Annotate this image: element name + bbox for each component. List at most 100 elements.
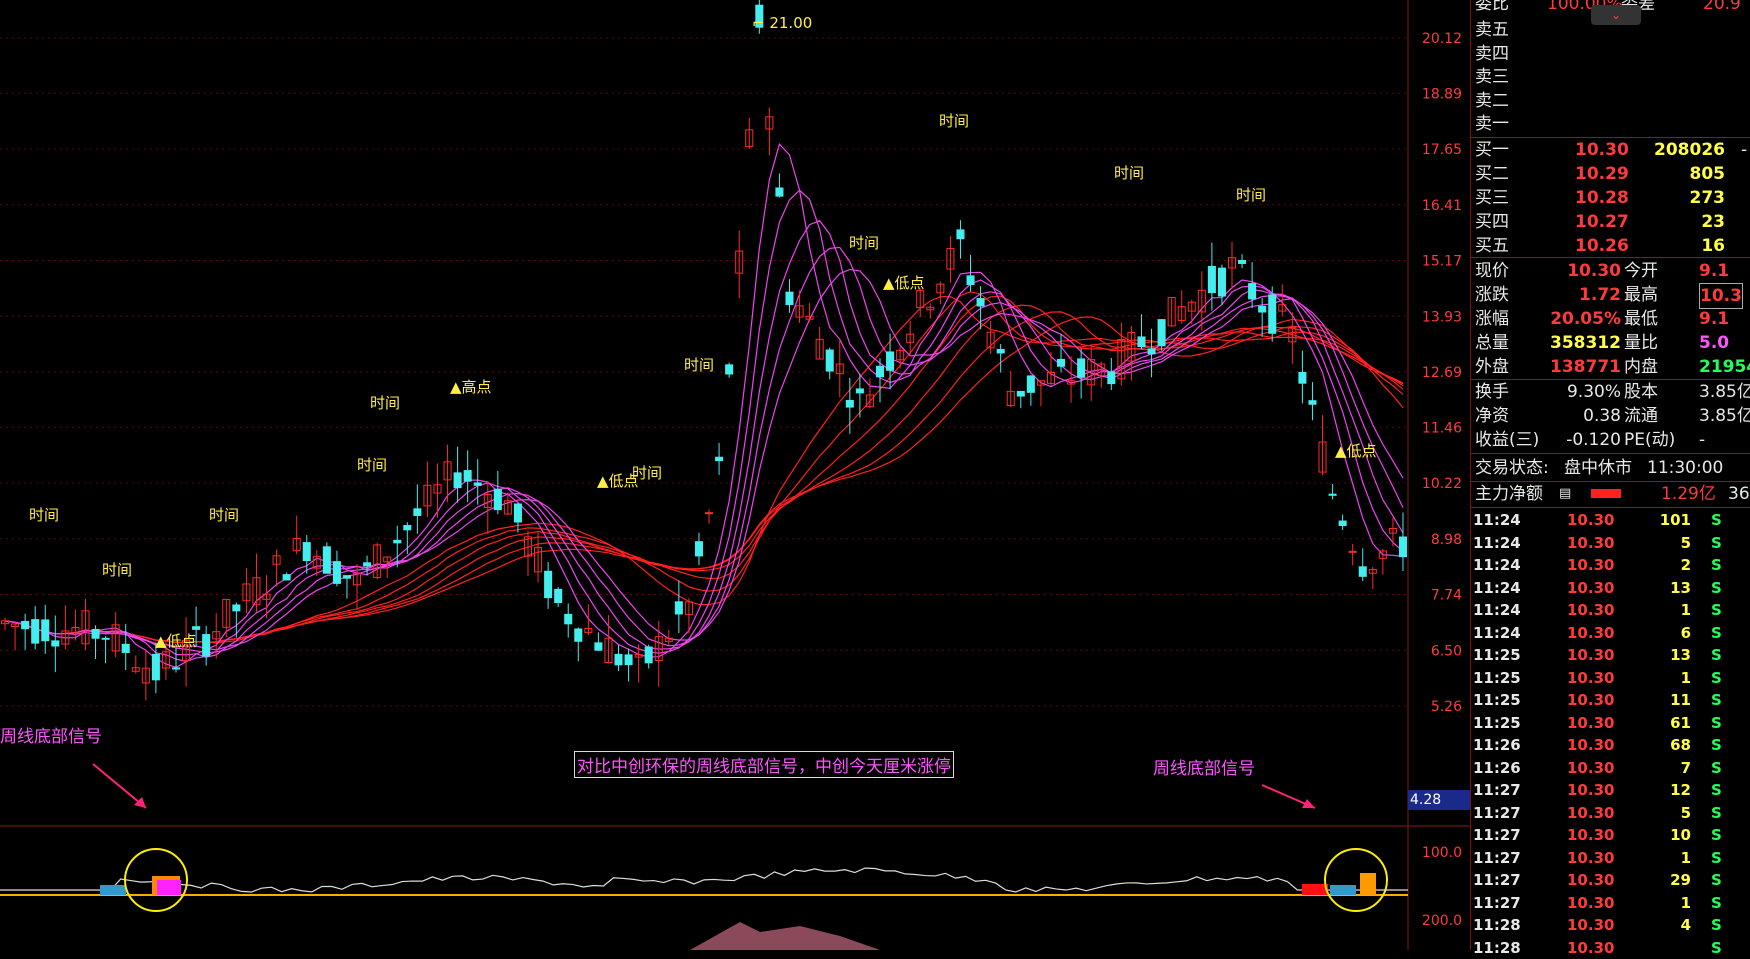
buy-level-row[interactable]: 买一10.30208026-: [1471, 138, 1750, 162]
tick-side: S: [1711, 869, 1722, 891]
tick-row[interactable]: 11:2410.3013S: [1471, 577, 1750, 600]
tick-row[interactable]: 11:2410.306S: [1471, 622, 1750, 645]
quote-row-2: 换手9.30%股本3.85亿: [1471, 380, 1750, 404]
tick-time: 11:26: [1473, 757, 1521, 779]
sell-level-row[interactable]: 卖二: [1471, 89, 1750, 113]
sell-level-row[interactable]: 卖一: [1471, 112, 1750, 136]
quote-value: 9.30%: [1567, 380, 1621, 404]
list-icon[interactable]: ▤: [1559, 482, 1571, 506]
buy-level-volume: 208026: [1654, 138, 1725, 162]
tick-row[interactable]: 11:2410.302S: [1471, 554, 1750, 577]
kline-chart[interactable]: 20.1218.8917.6516.4115.1713.9312.6911.46…: [0, 0, 1470, 950]
candle-body: [826, 350, 833, 371]
candle-body: [42, 620, 49, 641]
tick-time: 11:27: [1473, 779, 1521, 801]
time-marker-label: 时间: [1114, 164, 1144, 182]
quote-value-2: -: [1699, 428, 1705, 452]
buy-level-row[interactable]: 买五10.2616: [1471, 234, 1750, 258]
tick-volume: 2: [1681, 554, 1691, 576]
sell-level-row[interactable]: 卖四: [1471, 42, 1750, 66]
quote-label: 收益(三): [1475, 428, 1539, 452]
tick-row[interactable]: 11:2510.301S: [1471, 667, 1750, 690]
candle-body: [575, 629, 582, 641]
tick-row[interactable]: 11:2710.3010S: [1471, 824, 1750, 847]
kline-chart-area[interactable]: 20.1218.8917.6516.4115.1713.9312.6911.46…: [0, 0, 1408, 950]
candle-body: [454, 473, 461, 488]
tick-volume: 5: [1681, 532, 1691, 554]
quote-label-2: 今开: [1624, 259, 1658, 283]
candle-body: [1138, 337, 1145, 347]
tick-row[interactable]: 11:2410.305S: [1471, 532, 1750, 555]
tick-row[interactable]: 11:2510.3013S: [1471, 644, 1750, 667]
buy-level-label: 买三: [1475, 186, 1509, 210]
tick-row[interactable]: 11:2710.301S: [1471, 892, 1750, 915]
tick-side: S: [1711, 689, 1722, 711]
tick-row[interactable]: 11:2810.30S: [1471, 937, 1750, 959]
candle-body: [846, 400, 853, 407]
price-tick-label: 11.46: [1422, 420, 1462, 436]
tick-time: 11:27: [1473, 802, 1521, 824]
candle-body: [364, 563, 371, 566]
tick-time: 11:24: [1473, 622, 1521, 644]
sell-level-row[interactable]: 卖五: [1471, 18, 1750, 42]
buy-level-row[interactable]: 买四10.2723: [1471, 210, 1750, 234]
quote-value: 138771: [1550, 355, 1621, 379]
candle-body: [122, 644, 129, 652]
quote-value-2: 21954: [1699, 355, 1750, 379]
tick-side: S: [1711, 802, 1722, 824]
tick-volume: 7: [1681, 757, 1691, 779]
quote-value: 20.05%: [1550, 307, 1621, 331]
tick-row[interactable]: 11:2810.304S: [1471, 914, 1750, 937]
quote-value-2: 10.3: [1699, 283, 1743, 309]
tick-side: S: [1711, 824, 1722, 846]
net-flow-label: 主力净额: [1475, 482, 1543, 506]
tick-row[interactable]: 11:2610.307S: [1471, 757, 1750, 780]
candle-body: [333, 562, 340, 584]
quote-value-2: 9.1: [1699, 307, 1729, 331]
low-marker-label: ▲低点: [883, 274, 925, 292]
price-tick-label: 20.12: [1422, 31, 1462, 47]
candle-body: [1249, 284, 1256, 299]
buy-level-row[interactable]: 买三10.28273: [1471, 186, 1750, 210]
candle-body: [464, 471, 471, 482]
candle-body: [343, 576, 350, 579]
candle-body: [474, 483, 481, 485]
time-marker-label: 时间: [939, 112, 969, 130]
ma-fast-line: [5, 221, 1403, 657]
buy-level-row[interactable]: 买二10.29805: [1471, 162, 1750, 186]
sell-level-row[interactable]: 卖三: [1471, 65, 1750, 89]
time-marker-label: 时间: [684, 356, 714, 374]
candle-body: [1218, 268, 1225, 296]
candle-body: [1208, 266, 1215, 292]
tick-row[interactable]: 11:2410.301S: [1471, 599, 1750, 622]
tick-volume: 68: [1670, 734, 1691, 756]
low-marker-label: ▲低点: [155, 632, 197, 650]
tick-row[interactable]: 11:2510.3011S: [1471, 689, 1750, 712]
left-signal-annotation: 周线底部信号: [0, 722, 102, 747]
tick-row[interactable]: 11:2510.3061S: [1471, 712, 1750, 735]
candle-body: [1148, 349, 1155, 354]
quote-value: 358312: [1550, 331, 1621, 355]
candle-body: [786, 292, 793, 304]
trade-status-value: 盘中休市: [1564, 456, 1632, 480]
tick-row[interactable]: 11:2710.3012S: [1471, 779, 1750, 802]
candle-body: [203, 635, 210, 656]
tick-row[interactable]: 11:2610.3068S: [1471, 734, 1750, 757]
tick-price: 10.30: [1567, 599, 1614, 621]
tick-row[interactable]: 11:2710.301S: [1471, 847, 1750, 870]
quote-row: 涨跌1.72最高10.3: [1471, 283, 1750, 307]
tick-row[interactable]: 11:2710.3029S: [1471, 869, 1750, 892]
candle-body: [1108, 372, 1115, 384]
tick-row[interactable]: 11:2710.305S: [1471, 802, 1750, 825]
buy-level-price: 10.27: [1575, 210, 1629, 234]
signal-circle: [1325, 849, 1387, 911]
tick-side: S: [1711, 509, 1722, 531]
tick-side: S: [1711, 667, 1722, 689]
tick-time: 11:27: [1473, 892, 1521, 914]
quote-label-2: 内盘: [1624, 355, 1658, 379]
candle-body: [1339, 521, 1346, 525]
ma-fast-line: [5, 247, 1403, 652]
tick-row[interactable]: 11:2410.30101S: [1471, 509, 1750, 532]
tick-price: 10.30: [1567, 577, 1614, 599]
buy-level-volume: 23: [1701, 210, 1725, 234]
